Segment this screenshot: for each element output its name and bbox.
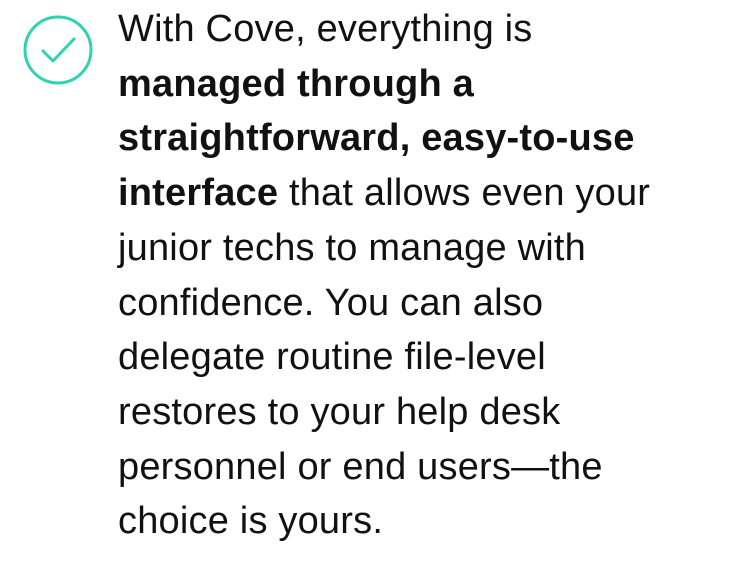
text-plain: choice is yours. bbox=[118, 500, 384, 543]
text-bold: managed through a bbox=[118, 62, 474, 105]
text-line-7: delegate routine file-level bbox=[118, 330, 738, 385]
text-line-3: straightforward, easy-to-use bbox=[118, 111, 738, 166]
text-plain: restores to your help desk bbox=[118, 390, 561, 433]
feature-item: With Cove, everything is managed through… bbox=[22, 0, 738, 582]
text-plain: With Cove, everything is bbox=[118, 8, 533, 50]
text-line-5: junior techs to manage with bbox=[118, 221, 738, 276]
text-plain: junior techs to manage with bbox=[118, 226, 586, 269]
text-line-4: interface that allows even your bbox=[118, 166, 738, 221]
text-line-6: confidence. You can also bbox=[118, 276, 738, 331]
text-bold: interface bbox=[118, 172, 279, 215]
text-plain: confidence. You can also bbox=[118, 281, 544, 324]
text-line-2: managed through a bbox=[118, 57, 738, 112]
text-line-10: choice is yours. bbox=[118, 494, 738, 549]
text-plain: personnel or end users—the bbox=[118, 445, 603, 488]
check-circle-icon bbox=[22, 14, 94, 86]
text-plain: delegate routine file-level bbox=[118, 336, 546, 379]
text-bold: straightforward, easy-to-use bbox=[118, 117, 635, 160]
text-line-8: restores to your help desk bbox=[118, 385, 738, 440]
text-line-1: With Cove, everything is bbox=[118, 2, 738, 57]
text-plain: that allows even your bbox=[278, 172, 651, 215]
feature-description: With Cove, everything is managed through… bbox=[118, 2, 738, 549]
text-line-9: personnel or end users—the bbox=[118, 440, 738, 495]
